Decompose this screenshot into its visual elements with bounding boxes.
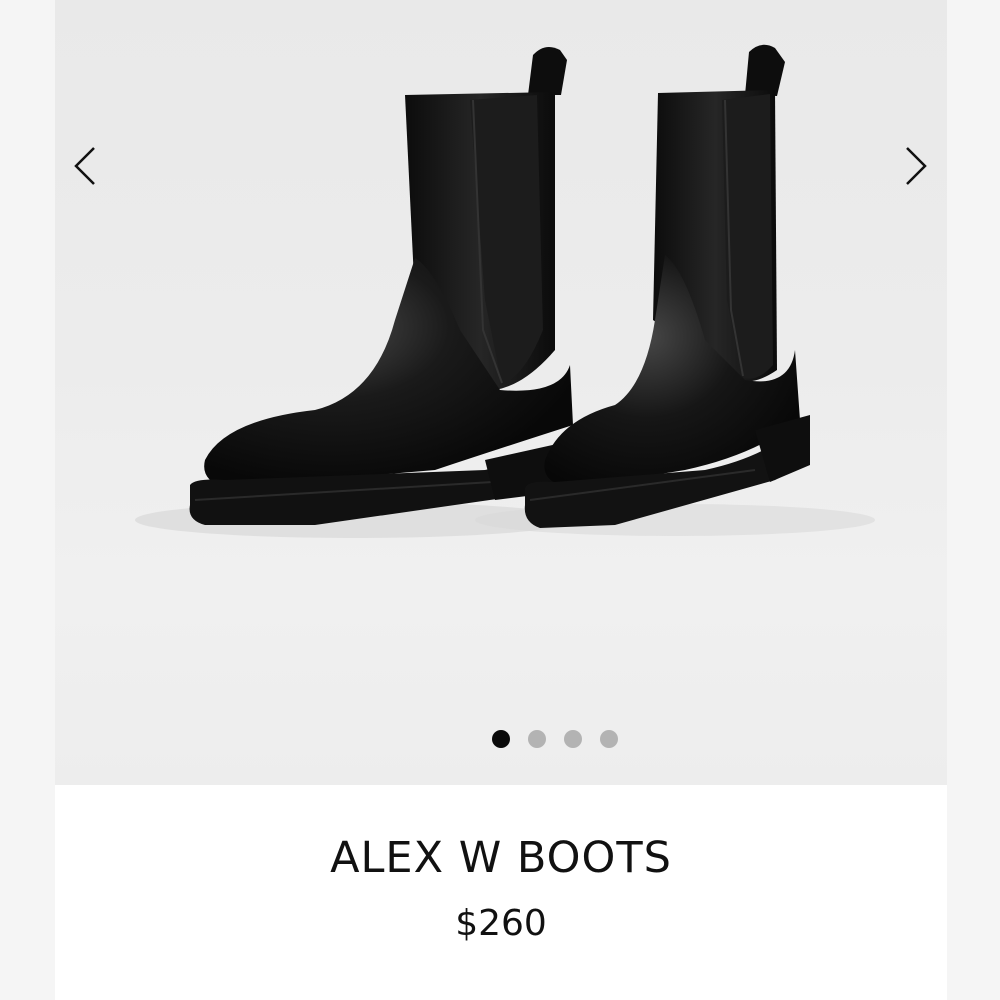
left-margin xyxy=(0,0,55,1000)
chevron-left-icon xyxy=(74,147,95,185)
carousel-dot-3[interactable] xyxy=(564,730,582,748)
carousel-dot-4[interactable] xyxy=(600,730,618,748)
product-image-carousel[interactable] xyxy=(55,0,947,785)
product-page: ALEX W BOOTS $260 xyxy=(0,0,1000,1000)
carousel-pagination xyxy=(109,730,947,748)
chevron-right-icon xyxy=(906,147,927,185)
next-image-button[interactable] xyxy=(888,140,936,192)
product-title: ALEX W BOOTS xyxy=(330,833,672,883)
previous-image-button[interactable] xyxy=(65,140,113,192)
chelsea-boots-image xyxy=(135,44,875,538)
carousel-dot-1[interactable] xyxy=(492,730,510,748)
carousel-dot-2[interactable] xyxy=(528,730,546,748)
product-info: ALEX W BOOTS $260 xyxy=(55,785,947,1000)
right-margin xyxy=(947,0,1000,1000)
product-price: $260 xyxy=(455,903,547,944)
